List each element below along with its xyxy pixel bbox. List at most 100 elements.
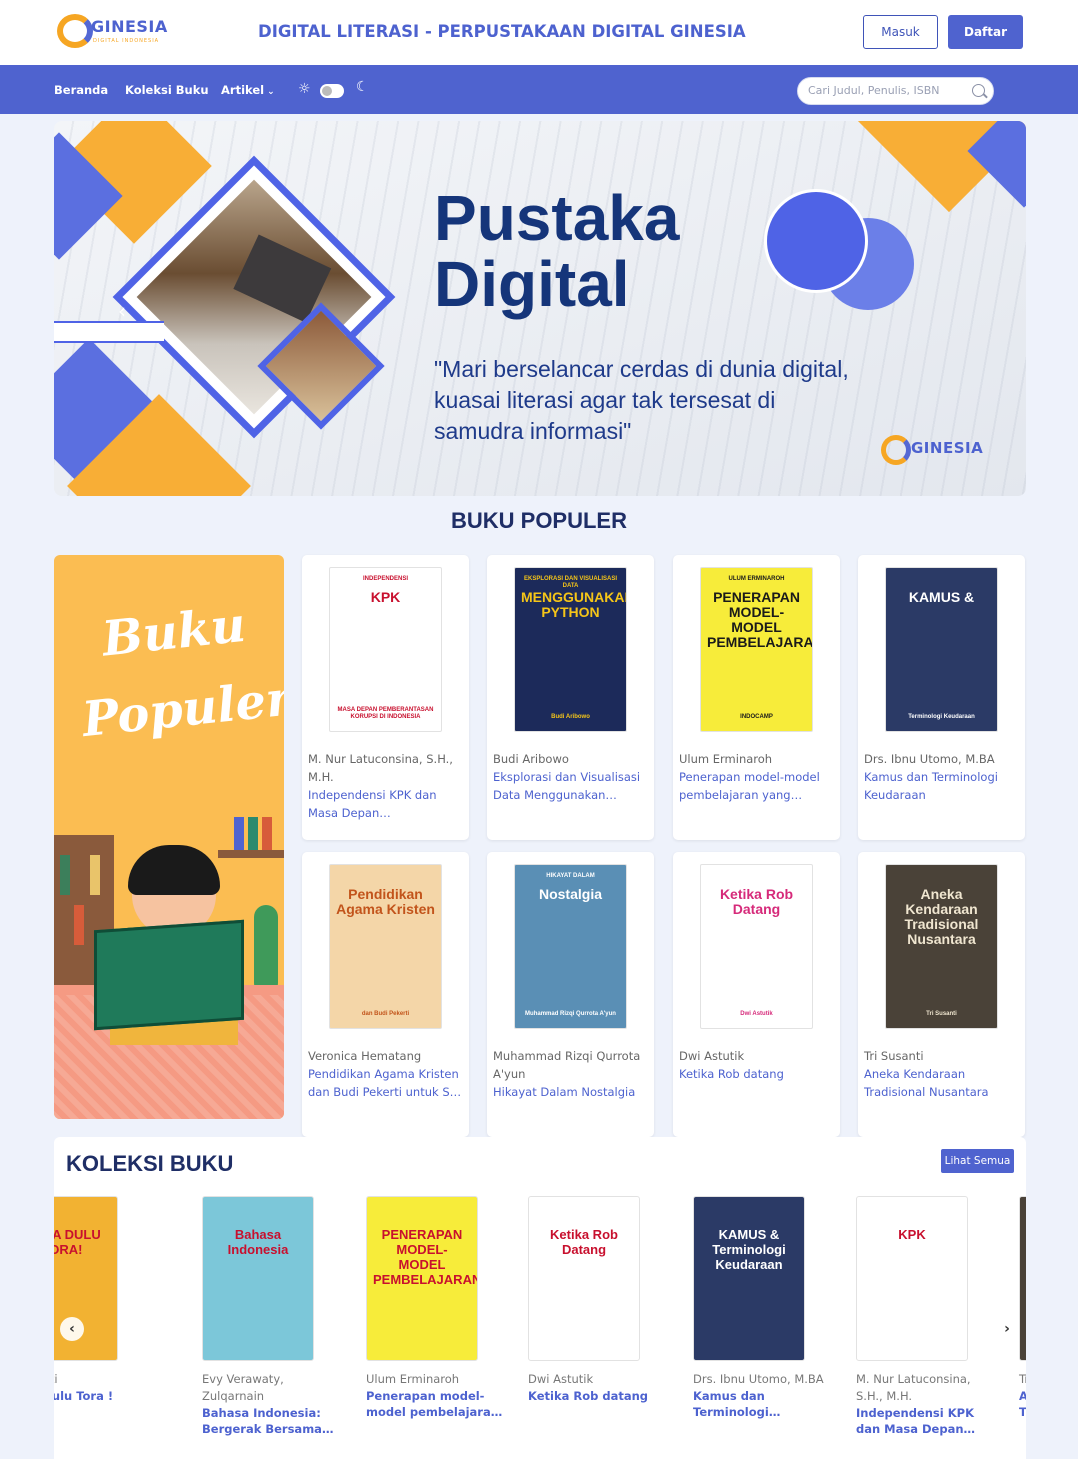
collection-book-title[interactable]: Coba Dulu Tora !	[54, 1388, 146, 1404]
book-meta: Budi Aribowo Eksplorasi dan Visualisasi D…	[493, 750, 648, 804]
collection-book-meta: Sarastuti Coba Dulu Tora !	[54, 1371, 146, 1404]
book-cover[interactable]: HIKAYAT DALAM Nostalgia Muhammad Rizqi Qur…	[514, 864, 627, 1029]
collection-book-meta: M. Nur Latuconsina, S.H., M.H. Independen…	[856, 1371, 996, 1437]
hero-logo: GINESIA	[881, 435, 1001, 469]
cover-title: PENERAPAN MODEL-MODEL PEMBELAJARAN	[707, 589, 813, 650]
collection-book-author: Drs. Ibnu Utomo, M.BA	[693, 1372, 824, 1386]
register-button[interactable]: Daftar	[948, 15, 1023, 49]
popular-book-card[interactable]: Aneka Kendaraan Tradisional Nusantara Tri…	[858, 852, 1025, 1137]
hero-circle-front	[764, 189, 868, 293]
sun-icon: ☼	[298, 81, 311, 97]
carousel-next-icon[interactable]: ›	[995, 1317, 1019, 1341]
collection-book-title[interactable]: Bahasa Indonesia: Bergerak Bersama Bahas…	[202, 1405, 342, 1437]
collection-book-author: Tri Susanti	[1019, 1372, 1026, 1386]
collection-book-cover[interactable]: KPK	[856, 1196, 968, 1361]
book-title-link[interactable]: Pendidikan Agama Kristen dan Budi Pekert…	[308, 1065, 463, 1101]
nav-item-artikel-label: Artikel	[221, 83, 265, 97]
hero-quote: "Mari berselancar cerdas di dunia digita…	[434, 356, 849, 444]
chevron-down-icon: ⌄	[267, 87, 275, 97]
collection-book-item[interactable]: Tri Susanti Aneka Kendaraan Tradisional N…	[1019, 1196, 1026, 1456]
book-cover[interactable]: Pendidikan Agama Kristen dan Budi Pekerti	[329, 864, 442, 1029]
cover-subtitle: INDOCAMP	[740, 714, 773, 720]
book-author: Drs. Ibnu Utomo, M.BA	[864, 752, 995, 766]
collection-book-title[interactable]: Kamus dan Terminologi Keudaraan	[693, 1388, 833, 1420]
collection-cover-title: KPK	[898, 1227, 926, 1242]
theme-toggle[interactable]	[320, 84, 344, 98]
book-title-link[interactable]: Penerapan model-model pembelajaran yang …	[679, 768, 834, 804]
promo-book	[262, 817, 272, 850]
ginesia-logo[interactable]: GINESIA DIGITAL INDONESIA	[57, 14, 167, 50]
login-button[interactable]: Masuk	[863, 15, 938, 49]
hero-banner[interactable]: ‹ Pustaka Digital "Mari berselancar cerd…	[54, 121, 1026, 496]
book-meta: Ulum Erminaroh Penerapan model-model pemb…	[679, 750, 834, 804]
cover-title: KAMUS &	[908, 589, 975, 605]
see-all-button[interactable]: Lihat Semua	[941, 1149, 1014, 1173]
collection-book-item[interactable]: KAMUS & Terminologi Keudaraan Drs. Ibnu U…	[693, 1196, 833, 1456]
book-title-link[interactable]: Ketika Rob datang	[679, 1065, 834, 1083]
cover-subtitle: dan Budi Pekerti	[361, 1011, 410, 1017]
collection-book-item[interactable]: Ketika Rob Datang Dwi Astutik Ketika Rob d…	[528, 1196, 668, 1456]
book-cover[interactable]: Ketika Rob Datang Dwi Astutik	[700, 864, 813, 1029]
logo-g-icon	[57, 14, 93, 48]
toggle-knob	[322, 86, 332, 96]
promo-book	[234, 817, 244, 850]
hero-decor-bar	[54, 321, 164, 343]
collection-book-item[interactable]: KPK M. Nur Latuconsina, S.H., M.H. Indepen…	[856, 1196, 996, 1456]
hero-prev-icon[interactable]: ‹	[118, 299, 126, 323]
collection-book-cover[interactable]: KAMUS & Terminologi Keudaraan	[693, 1196, 805, 1361]
popular-book-card[interactable]: ULUM ERMINAROH PENERAPAN MODEL-MODEL PEMB…	[673, 555, 840, 840]
book-title-link[interactable]: Aneka Kendaraan Tradisional Nusantara	[864, 1065, 1019, 1101]
collection-book-title[interactable]: Penerapan model-model pembelajaran yang …	[366, 1388, 506, 1420]
popular-book-card[interactable]: KAMUS & Terminologi Keudaraan Drs. Ibnu Ut…	[858, 555, 1025, 840]
collection-title: KOLEKSI BUKU	[66, 1151, 234, 1176]
book-cover[interactable]: Aneka Kendaraan Tradisional Nusantara Tri…	[885, 864, 998, 1029]
popular-book-card[interactable]: INDEPENDENSI KPK MASA DEPAN PEMBERANTASAN …	[302, 555, 469, 840]
book-cover[interactable]: ULUM ERMINAROH PENERAPAN MODEL-MODEL PEMB…	[700, 567, 813, 732]
popular-promo-banner: Buku Populer	[54, 555, 284, 1119]
book-meta: Muhammad Rizqi Qurrota A'yun Hikayat Dala…	[493, 1047, 648, 1101]
collection-book-title[interactable]: Ketika Rob datang	[528, 1388, 668, 1404]
search-icon[interactable]	[972, 84, 985, 97]
book-title-link[interactable]: Independensi KPK dan Masa Depan Pemberan…	[308, 786, 463, 822]
book-title-link[interactable]: Hikayat Dalam Nostalgia	[493, 1083, 648, 1101]
collection-book-cover[interactable]	[1019, 1196, 1026, 1361]
main-navbar: Beranda Koleksi Buku Artikel ⌄ ☼ ☾ Cari J…	[0, 65, 1078, 114]
site-title: DIGITAL LITERASI - PERPUSTAKAAN DIGITAL …	[258, 22, 746, 41]
collection-book-cover[interactable]: Bahasa Indonesia	[202, 1196, 314, 1361]
cover-title: Pendidikan Agama Kristen	[336, 886, 435, 917]
nav-item-artikel[interactable]: Artikel ⌄	[221, 83, 275, 97]
collection-book-title[interactable]: Independensi KPK dan Masa Depan Pemberan…	[856, 1405, 996, 1437]
popular-book-card[interactable]: Pendidikan Agama Kristen dan Budi Pekerti…	[302, 852, 469, 1137]
cover-subtitle: Terminologi Keudaraan	[908, 714, 975, 720]
book-title-link[interactable]: Eksplorasi dan Visualisasi Data Mengguna…	[493, 768, 648, 804]
collection-book-meta: Dwi Astutik Ketika Rob datang	[528, 1371, 668, 1404]
book-cover[interactable]: EKSPLORASI DAN VISUALISASI DATA MENGGUNAK…	[514, 567, 627, 732]
cover-top-text: INDEPENDENSI	[362, 576, 408, 582]
popular-book-card[interactable]: Ketika Rob Datang Dwi Astutik Dwi Astutik K…	[673, 852, 840, 1137]
collection-book-title[interactable]: Aneka Kendaraan Tradisional Nusantara	[1019, 1388, 1026, 1420]
book-meta: M. Nur Latuconsina, S.H., M.H. Independen…	[308, 750, 463, 822]
book-title-link[interactable]: Kamus dan Terminologi Keudaraan	[864, 768, 1019, 804]
carousel-prev-icon[interactable]: ‹	[60, 1317, 84, 1341]
collection-book-author: Sarastuti	[54, 1372, 58, 1386]
collection-book-cover[interactable]: PENERAPAN MODEL-MODEL PEMBELAJARAN	[366, 1196, 478, 1361]
book-cover[interactable]: KAMUS & Terminologi Keudaraan	[885, 567, 998, 732]
nav-item-beranda[interactable]: Beranda	[54, 83, 108, 97]
collection-cover-title: PENERAPAN MODEL-MODEL PEMBELAJARAN	[373, 1227, 478, 1287]
cover-subtitle: Muhammad Rizqi Qurrota A'yun	[525, 1011, 616, 1017]
collection-book-item[interactable]: Bahasa Indonesia Evy Verawaty, Zulqarnain…	[202, 1196, 342, 1456]
collection-book-item[interactable]: PENERAPAN MODEL-MODEL PEMBELAJARAN Ulum E…	[366, 1196, 506, 1456]
collection-cover-title: KAMUS & Terminologi Keudaraan	[712, 1227, 786, 1272]
popular-book-card[interactable]: HIKAYAT DALAM Nostalgia Muhammad Rizqi Qur…	[487, 852, 654, 1137]
popular-book-card[interactable]: EKSPLORASI DAN VISUALISASI DATA MENGGUNAK…	[487, 555, 654, 840]
search-input[interactable]: Cari Judul, Penulis, ISBN	[797, 77, 994, 105]
book-meta: Drs. Ibnu Utomo, M.BA Kamus dan Terminolo…	[864, 750, 1019, 804]
promo-text: Buku Populer	[79, 596, 284, 749]
collection-book-cover[interactable]: Ketika Rob Datang	[528, 1196, 640, 1361]
promo-kid-hair	[128, 845, 220, 895]
book-meta: Veronica Hematang Pendidikan Agama Kriste…	[308, 1047, 463, 1101]
cover-title: MENGGUNAKAN PYTHON	[521, 589, 627, 620]
cover-top-text: ULUM ERMINAROH	[728, 576, 785, 582]
book-cover[interactable]: INDEPENDENSI KPK MASA DEPAN PEMBERANTASAN …	[329, 567, 442, 732]
nav-item-koleksi-buku[interactable]: Koleksi Buku	[125, 83, 209, 97]
